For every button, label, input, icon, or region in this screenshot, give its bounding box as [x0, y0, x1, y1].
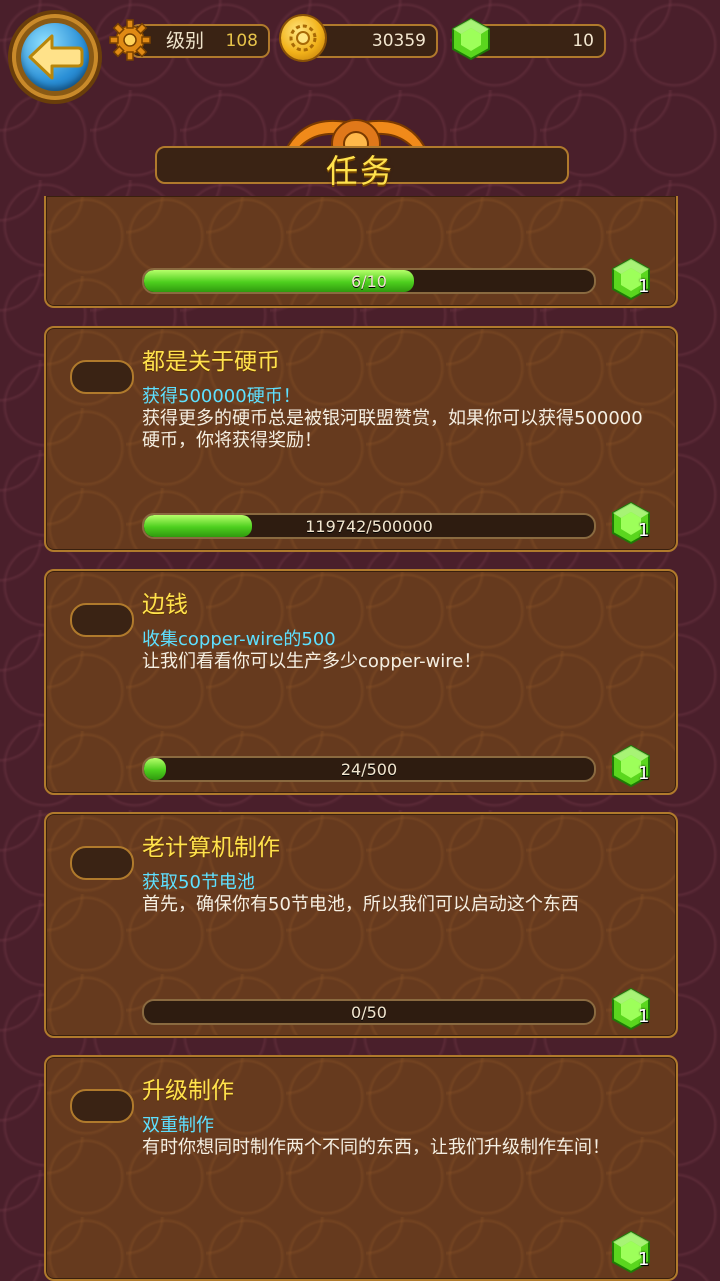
level-label: 级别 [166, 30, 205, 52]
progress-text: 6/10 [351, 272, 387, 291]
quest-goal: 收集copper-wire的500 [142, 629, 336, 650]
quest-status-pill [70, 1089, 134, 1123]
quest-title: 边钱 [142, 592, 188, 618]
coin-icon [281, 16, 325, 60]
quest-card: 老计算机制作 获取50节电池 首先，确保你有50节电池，所以我们可以启动这个东西… [44, 812, 678, 1038]
level-value: 108 [225, 31, 258, 51]
page-title: 任务 [325, 152, 394, 190]
quest-card: 边钱 收集copper-wire的500 让我们看看你可以生产多少copper-… [44, 569, 678, 795]
quest-goal: 双重制作 [142, 1115, 214, 1136]
reward-count: 1 [638, 1006, 650, 1027]
quest-card: 都是关于硬币 获得500000硬币！ 获得更多的硬币总是被银河联盟赞赏，如果你可… [44, 326, 678, 552]
back-arrow-icon [28, 34, 84, 80]
reward-count: 1 [638, 520, 650, 541]
quest-description: 获得更多的硬币总是被银河联盟赞赏，如果你可以获得500000硬币，你将获得奖励！ [142, 408, 643, 451]
progress-text: 119742/500000 [305, 517, 433, 536]
gem-icon [452, 17, 490, 61]
reward-gem[interactable]: 1 [608, 1229, 654, 1279]
quest-title: 都是关于硬币 [142, 349, 280, 375]
reward-gem[interactable]: 1 [608, 743, 654, 793]
quest-progress-bar: 6/10 [142, 268, 596, 294]
reward-count: 1 [638, 763, 650, 784]
reward-count: 1 [638, 276, 650, 297]
quest-progress-bar: 119742/500000 [142, 513, 596, 539]
quest-goal: 获取50节电池 [142, 872, 255, 893]
reward-gem[interactable]: 1 [608, 986, 654, 1036]
quest-title: 升级制作 [142, 1078, 234, 1104]
reward-gem[interactable]: 1 [608, 256, 654, 306]
quest-status-pill [70, 360, 134, 394]
quest-description: 有时你想同时制作两个不同的东西，让我们升级制作车间！ [142, 1137, 610, 1158]
reward-count: 1 [638, 1249, 650, 1270]
back-button[interactable] [12, 14, 98, 100]
quest-status-pill [70, 603, 134, 637]
quest-goal: 获得500000硬币！ [142, 386, 301, 407]
quest-status-pill [70, 846, 134, 880]
quest-description: 首先，确保你有50节电池，所以我们可以启动这个东西 [142, 894, 579, 915]
progress-text: 24/500 [340, 760, 398, 779]
coins-value: 30359 [371, 31, 426, 51]
quest-description: 让我们看看你可以生产多少copper-wire！ [142, 651, 482, 672]
quest-card: 6/10 1 [44, 196, 678, 308]
gear-icon [109, 19, 151, 61]
reward-gem[interactable]: 1 [608, 500, 654, 550]
gems-value: 10 [572, 31, 594, 51]
quest-progress-bar: 24/500 [142, 756, 596, 782]
progress-text: 0/50 [351, 1003, 387, 1022]
quest-card: 升级制作 双重制作 有时你想同时制作两个不同的东西，让我们升级制作车间！ 1 [44, 1055, 678, 1281]
quest-title: 老计算机制作 [142, 835, 280, 861]
quest-progress-bar: 0/50 [142, 999, 596, 1025]
